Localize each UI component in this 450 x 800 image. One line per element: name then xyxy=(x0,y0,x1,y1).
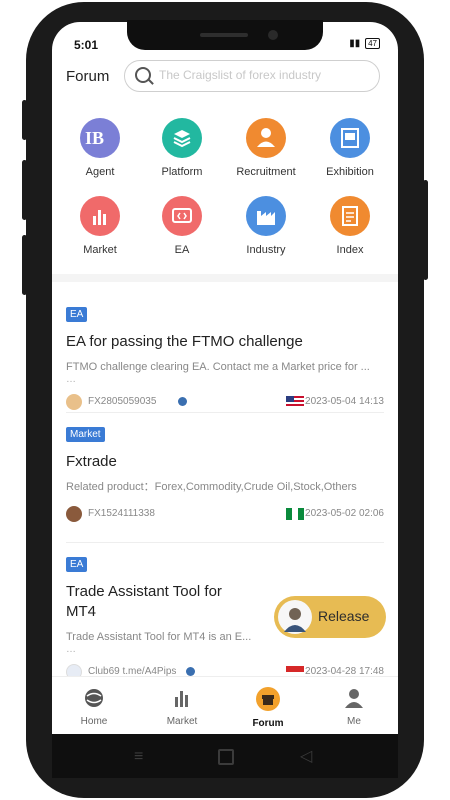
nav-label: Me xyxy=(347,716,361,727)
post-item[interactable]: EA EA for passing the FTMO challenge FTM… xyxy=(66,304,384,410)
avatar[interactable] xyxy=(66,506,82,522)
search-input[interactable] xyxy=(157,67,373,83)
post-title[interactable]: EA for passing the FTMO challenge xyxy=(66,332,384,352)
factory-glyph xyxy=(257,211,275,225)
category-agent[interactable]: IB Agent xyxy=(60,118,140,178)
bar-chart-icon xyxy=(175,691,188,707)
post-description: FTMO challenge clearing EA. Contact me a… xyxy=(66,361,370,373)
category-industry[interactable]: Industry xyxy=(226,196,306,256)
category-label: Platform xyxy=(161,166,203,178)
system-nav-bar: ≡ ◁ xyxy=(52,734,398,778)
globe-icon xyxy=(85,689,103,707)
category-label: EA xyxy=(174,244,190,256)
section-divider xyxy=(52,274,398,282)
nav-market[interactable]: Market xyxy=(152,687,212,727)
post-tag[interactable]: EA xyxy=(66,557,88,572)
post-title[interactable]: Trade Assistant Tool for MT4 xyxy=(66,582,236,622)
category-label: Recruitment xyxy=(236,166,296,178)
ea-icon xyxy=(162,196,202,236)
post-meta: FX2805059035 2023-05-04 14:13 xyxy=(66,394,384,410)
release-button[interactable]: Release xyxy=(274,596,386,638)
post-item[interactable]: Market Fxtrade Related product：Forex,Com… xyxy=(66,424,384,522)
nav-label: Market xyxy=(166,716,198,727)
bar-chart-icon xyxy=(80,196,120,236)
post-tag[interactable]: Market xyxy=(66,427,105,442)
post-author[interactable]: FX2805059035 xyxy=(88,396,156,407)
menu-icon[interactable]: ≡ xyxy=(134,748,143,766)
verified-icon xyxy=(178,397,187,406)
signal-icon: ▮▮ xyxy=(349,38,361,49)
row-divider xyxy=(66,412,384,413)
post-meta: FX1524111338 2023-05-02 02:06 xyxy=(66,506,384,522)
row-divider xyxy=(66,542,384,543)
category-ea[interactable]: EA xyxy=(142,196,222,256)
document-icon xyxy=(330,196,370,236)
search-icon xyxy=(135,67,151,83)
category-label: Exhibition xyxy=(326,166,374,178)
layers-icon xyxy=(162,118,202,158)
release-label: Release xyxy=(318,608,370,624)
post-tag[interactable]: EA xyxy=(66,307,88,322)
back-icon[interactable]: ◁ xyxy=(300,746,312,766)
volume-button xyxy=(22,235,27,295)
avatar xyxy=(278,600,312,634)
post-date: 2023-05-02 02:06 xyxy=(305,508,384,519)
ellipsis: … xyxy=(66,644,76,655)
exhibition-icon xyxy=(330,118,370,158)
bar-chart-glyph xyxy=(93,210,106,225)
person-icon xyxy=(345,689,363,708)
ea-glyph xyxy=(172,208,192,223)
category-market[interactable]: Market xyxy=(60,196,140,256)
power-button xyxy=(423,180,428,280)
exhibition-glyph xyxy=(341,128,359,148)
person-glyph xyxy=(257,128,275,147)
ib-icon: IB xyxy=(80,118,120,158)
category-exhibition[interactable]: Exhibition xyxy=(310,118,390,178)
category-label: Market xyxy=(83,244,117,256)
layers-glyph xyxy=(173,130,191,148)
post-author[interactable]: FX1524111338 xyxy=(88,508,155,519)
status-icons: ▮▮ 47 xyxy=(349,38,380,49)
page-title: Forum xyxy=(66,68,110,85)
nav-label: Home xyxy=(80,716,108,727)
post-title[interactable]: Fxtrade xyxy=(66,452,384,472)
category-recruitment[interactable]: Recruitment xyxy=(226,118,306,178)
nav-me[interactable]: Me xyxy=(324,687,384,727)
us-flag xyxy=(286,396,304,408)
nigeria-flag xyxy=(286,508,304,520)
screen: 5:01 ▮▮ 47 Forum IB Agent Platform xyxy=(52,22,398,734)
category-label: Index xyxy=(336,244,364,256)
front-camera xyxy=(268,30,278,40)
category-label: Agent xyxy=(85,166,115,178)
volume-button xyxy=(22,100,27,140)
post-description: Related product：Forex,Commodity,Crude Oi… xyxy=(66,481,357,493)
store-icon xyxy=(256,687,280,711)
home-square-icon[interactable] xyxy=(218,749,234,765)
speaker-grille xyxy=(200,33,248,37)
bottom-nav: Home Market Forum Me xyxy=(52,676,398,734)
document-glyph xyxy=(342,206,358,226)
nav-home[interactable]: Home xyxy=(64,687,124,727)
person-icon xyxy=(284,608,306,632)
nav-label: Forum xyxy=(252,718,284,729)
factory-icon xyxy=(246,196,286,236)
category-platform[interactable]: Platform xyxy=(142,118,222,178)
ellipsis: … xyxy=(66,374,76,385)
post-date: 2023-05-04 14:13 xyxy=(305,396,384,407)
category-label: Industry xyxy=(246,244,286,256)
volume-button xyxy=(22,160,27,220)
verified-icon xyxy=(186,667,195,676)
person-icon xyxy=(246,118,286,158)
status-time: 5:01 xyxy=(74,38,99,52)
search-bar[interactable] xyxy=(124,60,380,92)
battery-icon: 47 xyxy=(365,38,380,49)
avatar[interactable] xyxy=(66,394,82,410)
nav-forum[interactable]: Forum xyxy=(238,687,298,729)
category-index[interactable]: Index xyxy=(310,196,390,256)
